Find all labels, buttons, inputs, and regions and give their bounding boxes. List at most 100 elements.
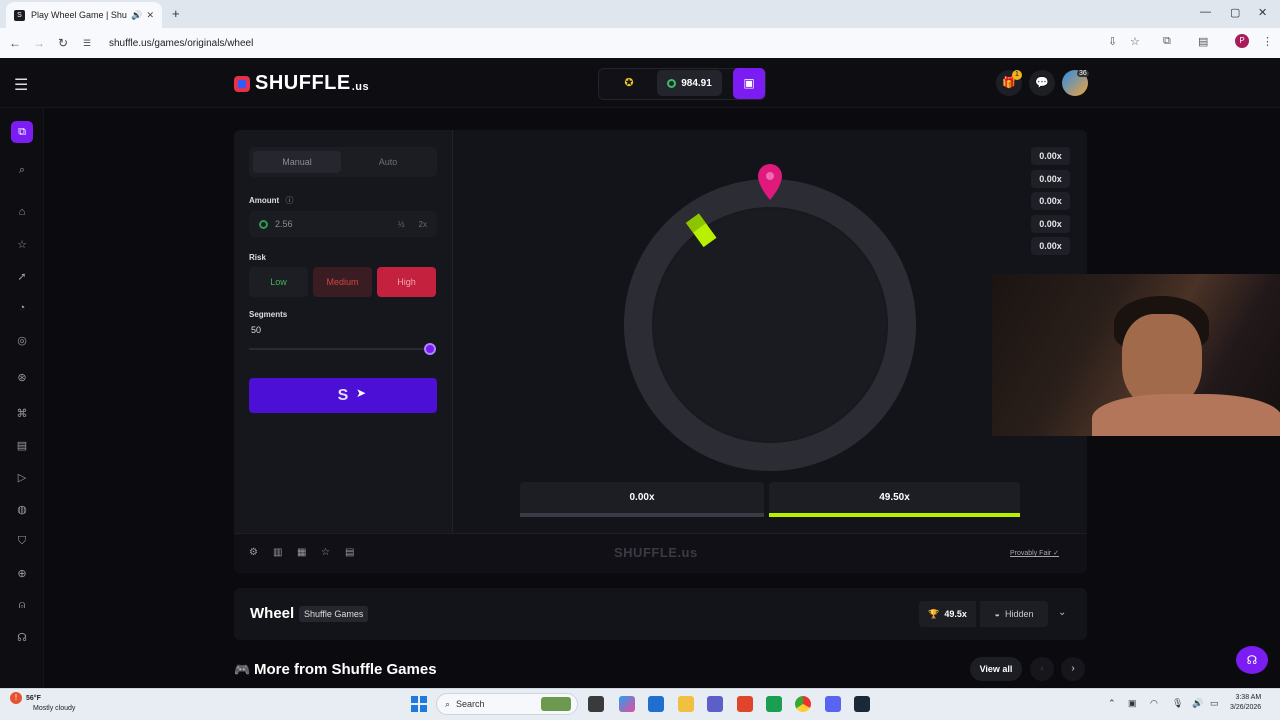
currency-icon bbox=[667, 78, 677, 88]
theatre-icon[interactable]: ▥ bbox=[273, 547, 282, 558]
browser-menu-icon[interactable]: ⋮ bbox=[1262, 35, 1273, 48]
menu-icon[interactable]: ☰ bbox=[14, 75, 28, 95]
profile-avatar[interactable]: P bbox=[1235, 34, 1249, 48]
chat-icon[interactable]: 💬 bbox=[1029, 70, 1055, 96]
teams-icon[interactable] bbox=[707, 696, 723, 712]
tab-manual[interactable]: Manual bbox=[253, 151, 341, 173]
new-tab-icon[interactable]: + bbox=[172, 6, 180, 21]
wallet-button[interactable]: ▣ bbox=[733, 68, 765, 99]
store-icon[interactable] bbox=[648, 696, 664, 712]
cards-icon[interactable]: ▤ bbox=[13, 439, 31, 452]
max-win-badge: 🏆 49.5x bbox=[919, 601, 976, 627]
app-icon[interactable] bbox=[766, 696, 782, 712]
volume-icon[interactable]: 🔊 bbox=[1192, 698, 1203, 709]
file-explorer-icon[interactable] bbox=[678, 696, 694, 712]
provider-badge[interactable]: Shuffle Games bbox=[299, 606, 369, 622]
segments-value: 50 bbox=[251, 325, 262, 335]
favorites-icon[interactable]: ☆ bbox=[13, 238, 31, 251]
currency-coin-icon[interactable]: ✪ bbox=[616, 76, 642, 92]
home-icon[interactable]: ⌂ bbox=[13, 206, 31, 218]
system-clock[interactable]: 3:38 AM 3/26/2026 bbox=[1230, 693, 1261, 713]
segments-slider-thumb[interactable] bbox=[424, 343, 436, 355]
mic-icon[interactable]: 🎙 bbox=[1172, 698, 1183, 709]
risk-high-button[interactable]: High bbox=[377, 267, 436, 297]
discord-icon[interactable] bbox=[825, 696, 841, 712]
taskview-icon[interactable] bbox=[588, 696, 604, 712]
chrome-icon[interactable] bbox=[795, 696, 811, 712]
half-button[interactable]: ½ bbox=[398, 220, 405, 229]
play-icon[interactable]: ▷ bbox=[13, 471, 31, 484]
support-icon[interactable]: ☊ bbox=[13, 631, 31, 644]
favorite-star-icon[interactable]: ☆ bbox=[321, 547, 330, 558]
settings-icon[interactable]: ⚙ bbox=[249, 547, 258, 558]
battery-icon[interactable]: ▭ bbox=[1210, 698, 1219, 709]
controller-icon: 🎮 bbox=[234, 662, 251, 677]
search-icon[interactable]: ⌕ bbox=[13, 164, 31, 177]
site-info-icon[interactable]: ☰ bbox=[75, 38, 99, 49]
brave-icon[interactable] bbox=[737, 696, 753, 712]
view-all-button[interactable]: View all bbox=[970, 657, 1022, 681]
originals-icon[interactable]: ◎ bbox=[13, 334, 31, 347]
recent-icon[interactable]: ◔ bbox=[13, 302, 31, 314]
bet-controls bbox=[234, 130, 453, 533]
tray-chevron-icon[interactable]: ⌃ bbox=[1108, 698, 1116, 709]
site-logo[interactable]: SHUFFLE .us bbox=[234, 72, 369, 95]
reload-icon[interactable]: ↻ bbox=[51, 36, 75, 50]
back-icon[interactable]: ← bbox=[3, 36, 27, 50]
weather-widget[interactable]: ! 56°F Mostly cloudy bbox=[10, 692, 75, 714]
prev-arrow-icon[interactable]: ‹ bbox=[1030, 657, 1054, 681]
speaker-icon[interactable]: 🔊 bbox=[131, 10, 142, 21]
maximize-icon[interactable]: ▢ bbox=[1230, 6, 1240, 19]
amount-field[interactable]: 2.56 ½ 2x bbox=[249, 211, 437, 237]
shield-icon[interactable]: ⛉ bbox=[13, 535, 31, 548]
bookmark-star-icon[interactable]: ☆ bbox=[1130, 35, 1140, 48]
payout-zero[interactable]: 0.00x bbox=[520, 482, 764, 517]
info-icon[interactable]: ⓘ bbox=[285, 196, 293, 205]
rocket-icon[interactable]: ➚ bbox=[13, 270, 31, 283]
segments-slider[interactable] bbox=[249, 348, 429, 350]
chevron-down-icon[interactable]: ⌄ bbox=[1058, 607, 1066, 618]
segments-label: Segments bbox=[249, 310, 288, 319]
minimize-icon[interactable]: — bbox=[1200, 6, 1211, 18]
logo-text: SHUFFLE bbox=[255, 72, 351, 94]
casino-icon[interactable]: ⧉ bbox=[11, 121, 33, 143]
user-icon[interactable]: ⍝ bbox=[13, 599, 31, 612]
steam-icon[interactable] bbox=[854, 696, 870, 712]
tray-app-icon[interactable]: ▣ bbox=[1128, 698, 1137, 709]
install-icon[interactable]: ⇩ bbox=[1108, 35, 1117, 48]
amount-value[interactable]: 2.56 bbox=[275, 219, 384, 229]
controller-icon[interactable]: ⌘ bbox=[13, 407, 31, 420]
currency-icon bbox=[259, 219, 268, 229]
window-close-icon[interactable]: ✕ bbox=[1258, 6, 1267, 19]
wheel bbox=[624, 164, 916, 471]
copilot-icon[interactable] bbox=[619, 696, 635, 712]
forward-icon[interactable]: → bbox=[27, 36, 51, 50]
sidepanel-icon[interactable]: ▤ bbox=[1198, 35, 1208, 48]
game-title: Wheel bbox=[250, 605, 295, 622]
balance-display[interactable]: 984.91 bbox=[657, 70, 722, 96]
stats-icon[interactable]: ▦ bbox=[297, 547, 306, 558]
risk-medium-button[interactable]: Medium bbox=[313, 267, 372, 297]
tab-close-icon[interactable]: ✕ bbox=[146, 10, 154, 21]
next-arrow-icon[interactable]: › bbox=[1061, 657, 1085, 681]
hidden-toggle[interactable]: ◒ Hidden bbox=[980, 601, 1048, 627]
tab-auto[interactable]: Auto bbox=[343, 151, 433, 173]
wifi-icon[interactable]: ◠ bbox=[1150, 698, 1158, 709]
provably-fair-link[interactable]: Provably Fair ✓ bbox=[1010, 549, 1059, 557]
info-box-icon[interactable]: ▤ bbox=[345, 547, 354, 558]
wheel-inner bbox=[654, 209, 886, 441]
hidden-label: Hidden bbox=[1004, 609, 1034, 619]
taskbar-search[interactable]: ⌕ Search bbox=[436, 693, 578, 715]
chip-icon[interactable]: ◍ bbox=[13, 503, 31, 516]
risk-low-button[interactable]: Low bbox=[249, 267, 308, 297]
browser-tab[interactable]: S Play Wheel Game | Shuffle.us 🔊 ✕ bbox=[6, 2, 162, 28]
extensions-icon[interactable]: ⧉ bbox=[1163, 35, 1171, 48]
url-field[interactable]: shuffle.us/games/originals/wheel bbox=[109, 38, 253, 49]
support-chat-icon[interactable]: ☊ bbox=[1236, 646, 1268, 674]
double-button[interactable]: 2x bbox=[419, 220, 427, 229]
windows-start-icon[interactable] bbox=[411, 696, 427, 712]
spin-button[interactable]: S bbox=[249, 378, 437, 413]
payout-win[interactable]: 49.50x bbox=[769, 482, 1020, 517]
coins-icon[interactable]: ⊛ bbox=[13, 371, 31, 384]
globe-icon[interactable]: ⊕ bbox=[13, 567, 31, 580]
